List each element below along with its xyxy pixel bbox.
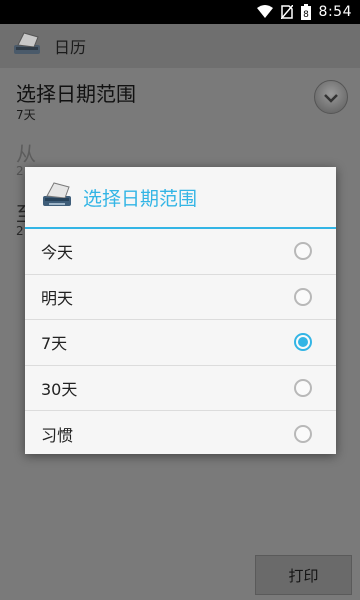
app-title: 日历: [54, 38, 87, 57]
dialog-header: 选择日期范围: [25, 167, 336, 229]
option-custom[interactable]: 习惯: [25, 411, 336, 457]
option-label: 7天: [41, 334, 68, 354]
from-label[interactable]: 从: [16, 138, 36, 167]
to-value: 2: [16, 224, 24, 238]
no-sim-icon: [280, 5, 293, 19]
app-bar: 日历: [0, 24, 360, 68]
radio-selected-dot: [298, 337, 308, 348]
option-label: 习惯: [41, 425, 74, 445]
option-tomorrow[interactable]: 明天: [25, 275, 336, 320]
printer-icon: [41, 181, 73, 213]
status-bar: 8 8:54: [0, 0, 360, 24]
option-label: 今天: [41, 243, 74, 263]
radio-button[interactable]: [294, 378, 312, 397]
option-7-days[interactable]: 7天: [25, 320, 336, 366]
battery-level: 8: [303, 10, 309, 20]
option-list: 今天 明天 7天 30天 习惯: [25, 229, 336, 457]
chevron-down-icon: [324, 88, 338, 107]
option-label: 30天: [41, 379, 78, 399]
printer-icon[interactable]: [12, 31, 42, 61]
radio-button[interactable]: [294, 424, 312, 443]
battery-icon: 8: [300, 4, 311, 20]
option-label: 明天: [41, 288, 74, 308]
status-time: 8:54: [318, 4, 352, 20]
wifi-icon: [256, 5, 273, 19]
option-30-days[interactable]: 30天: [25, 366, 336, 411]
radio-button[interactable]: [294, 333, 312, 352]
option-today[interactable]: 今天: [25, 229, 336, 275]
radio-button[interactable]: [294, 242, 312, 261]
dialog-title: 选择日期范围: [83, 187, 198, 210]
range-heading: 选择日期范围: [16, 82, 136, 106]
date-range-dialog: 选择日期范围 今天 明天 7天 30天 习惯: [25, 167, 336, 454]
print-button[interactable]: 打印: [255, 555, 352, 595]
range-value: 7天: [16, 108, 36, 122]
from-value: 2: [16, 164, 24, 178]
radio-button[interactable]: [294, 287, 312, 306]
range-dropdown[interactable]: [314, 80, 348, 114]
